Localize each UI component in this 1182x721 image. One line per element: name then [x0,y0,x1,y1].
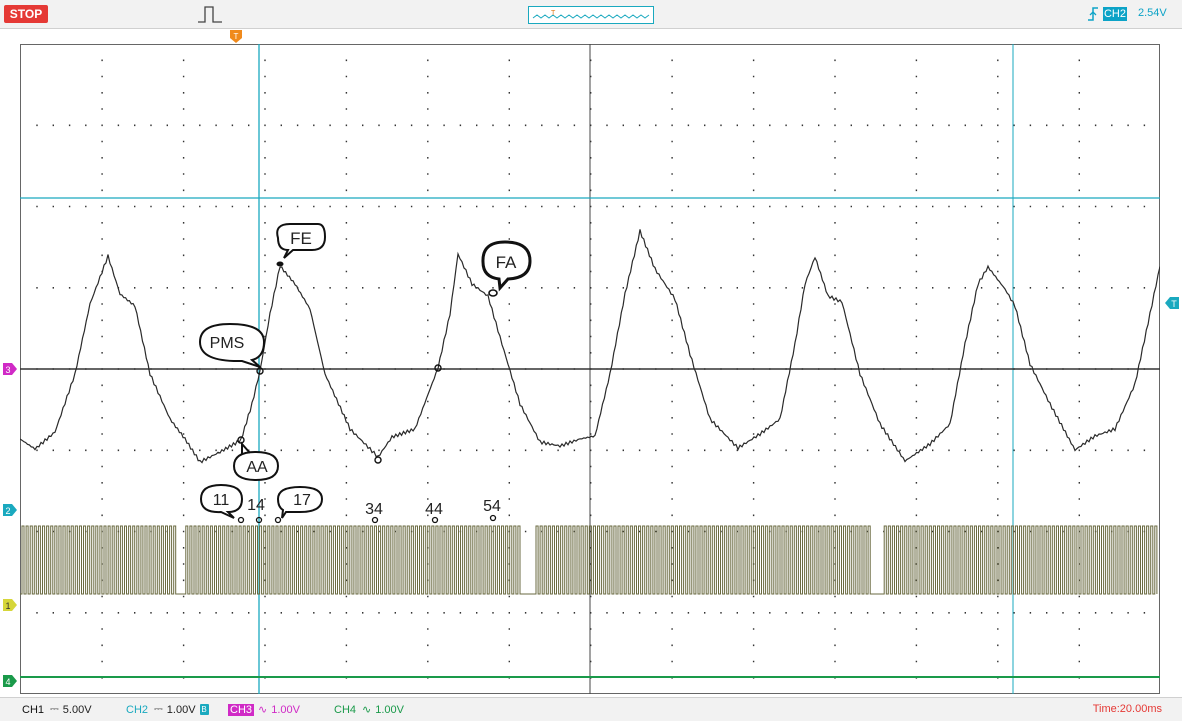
svg-text:T: T [1171,299,1177,309]
ch4-level-marker[interactable]: 4 [2,674,18,688]
fe-callout: FE [276,223,327,259]
tooth-54-point [489,514,497,522]
waveform-display[interactable]: FE FA PMS AA 11 14 17 34 44 54 [19,44,1161,694]
ch4-settings[interactable]: CH4 ∿ 1.00V [332,703,404,717]
aa-callout: AA [232,441,280,482]
ch4-coupling-icon: ∿ [362,704,372,716]
tooth-11-label: 11 [213,492,230,509]
timeline-trigger-marker: T [551,10,556,17]
fe-label: FE [290,229,312,248]
tooth-54-label: 54 [483,498,501,515]
trigger-position-label: T [234,32,239,41]
svg-text:1: 1 [5,601,10,611]
ch1-coupling-icon: ⎓ [50,703,59,715]
bdc-point [374,456,382,464]
svg-text:4: 4 [5,677,10,687]
timebase-readout[interactable]: Time:20.00ms [1093,703,1162,715]
tooth-11-callout: 11 [199,483,244,519]
ch3-level-marker[interactable]: 3 [2,362,18,376]
tooth-34-label: 34 [365,501,383,518]
svg-text:3: 3 [5,365,10,375]
ch2-level-marker[interactable]: 2 [2,503,18,517]
tooth-11-point [237,516,245,524]
ch3-coupling-icon: ∿ [258,704,268,716]
ch1-level-marker[interactable]: 1 [2,598,18,612]
ch1-settings[interactable]: CH1 ⎓ 5.00V [20,703,92,716]
ch2-name: CH2 [126,703,149,716]
tooth-44-label: 44 [425,501,443,518]
pulse-trigger-icon[interactable] [196,3,224,25]
bottom-status-bar: CH1 ⎓ 5.00V CH2 ⎓ 1.00V B CH3 ∿ 1.00V CH… [0,697,1182,721]
run-stop-button[interactable]: STOP [4,5,48,23]
tooth-17-callout: 17 [276,485,324,519]
aa-label: AA [246,459,268,476]
fa-label: FA [496,253,517,272]
tooth-14-label: 14 [247,497,265,514]
ch3-scale: 1.00V [271,703,300,716]
pms-label: PMS [210,335,245,352]
top-status-bar: STOP T CH2 2.54V [0,0,1182,29]
tooth-17-point [274,516,282,524]
ch1-square-path [20,525,1158,595]
tooth-44-point [431,516,439,524]
ch1-scale: 5.00V [62,703,92,716]
fa-callout: FA [481,240,532,292]
ch2-scale: 1.00V [166,703,196,716]
pms-callout: PMS [198,322,266,368]
memory-timeline[interactable]: T [528,6,654,24]
ch1-name: CH1 [22,703,45,716]
fa-point [488,289,498,297]
fe-point [276,261,284,267]
trigger-position-marker[interactable]: T [229,29,243,44]
tooth-17-label: 17 [293,492,311,509]
ch4-scale: 1.00V [375,703,404,716]
trigger-level: 2.54V [1138,7,1167,19]
trigger-source-badge[interactable]: CH2 [1103,7,1127,21]
rising-edge-trigger-icon[interactable] [1086,5,1100,23]
bandwidth-limit-icon: B [199,704,209,715]
ch1-square-wave [20,525,1158,595]
ch2-settings[interactable]: CH2 ⎓ 1.00V B [124,703,209,716]
trigger-level-marker[interactable]: T [1164,296,1180,310]
annotation-markers [237,261,498,524]
ch3-name: CH3 [228,703,255,716]
scope-svg[interactable]: FE FA PMS AA 11 14 17 34 44 54 [19,44,1161,694]
ch2-coupling-icon: ⎓ [154,703,163,715]
ch4-name: CH4 [334,703,357,716]
ch3-settings[interactable]: CH3 ∿ 1.00V [228,703,300,716]
tooth-34-point [371,516,379,524]
svg-text:2: 2 [5,506,10,516]
